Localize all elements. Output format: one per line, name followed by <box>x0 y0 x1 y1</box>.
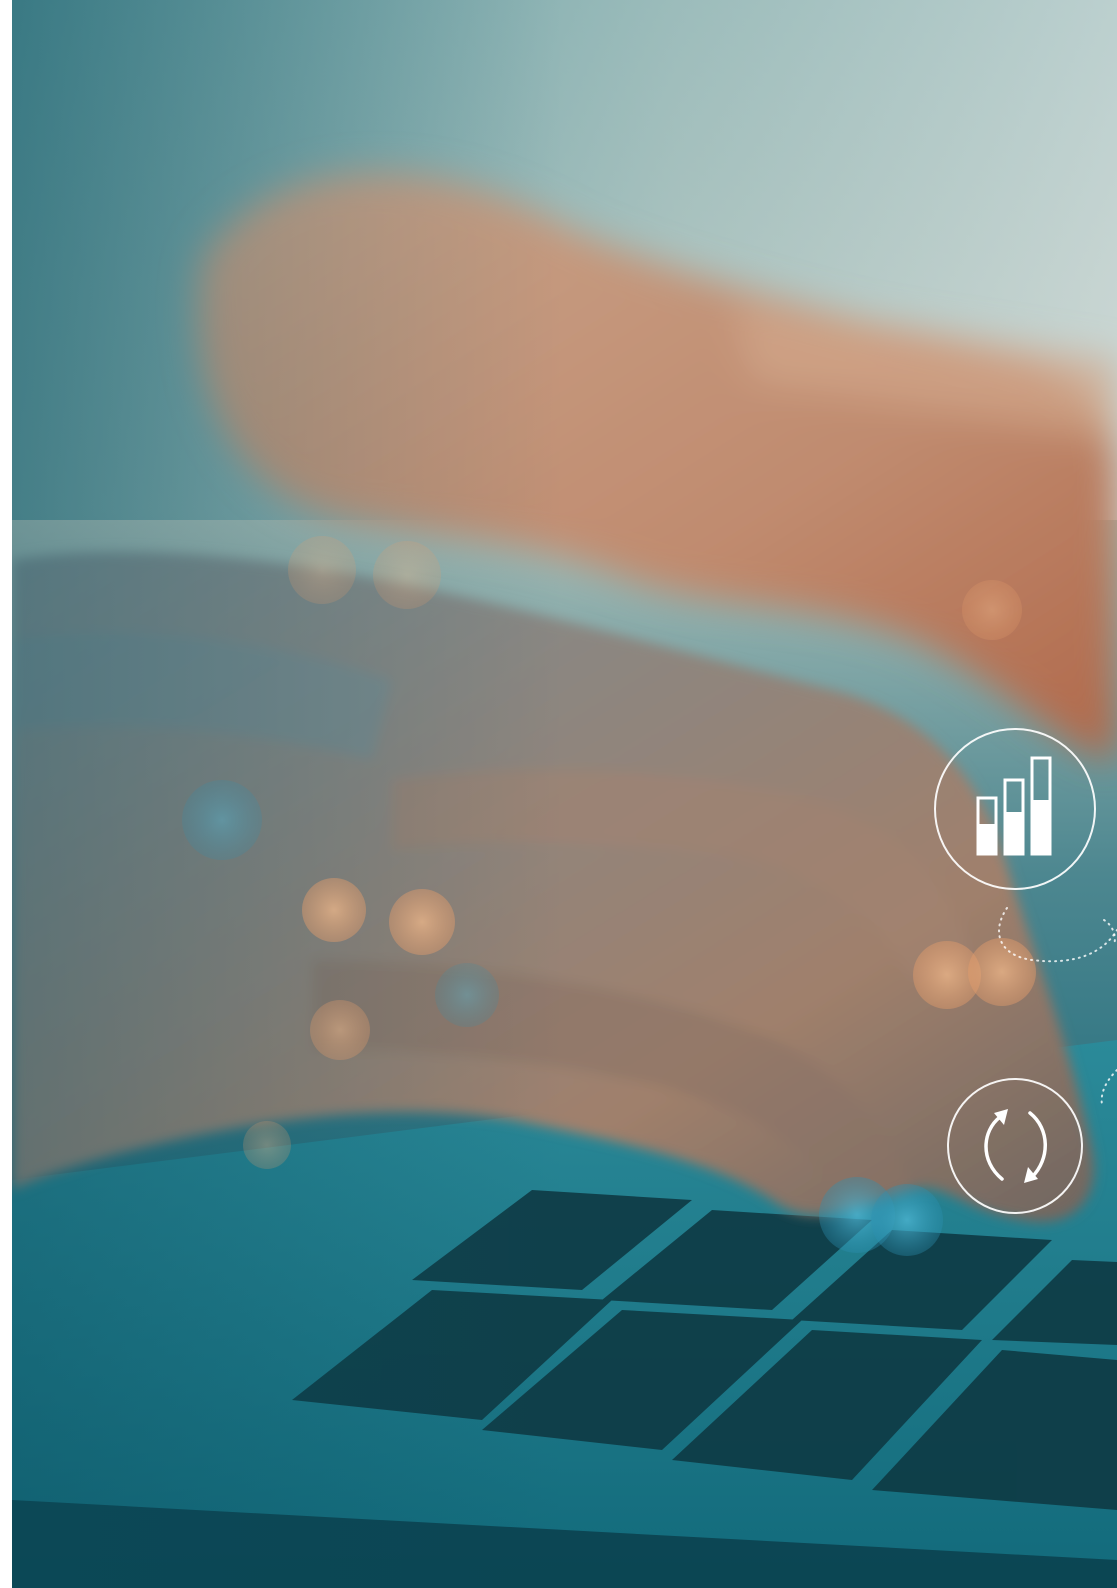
refresh-cycle-icon <box>947 1078 1083 1214</box>
refresh-cycle-glyph <box>984 1109 1047 1183</box>
bar-chart-icon <box>934 728 1096 890</box>
bar-chart-glyph <box>976 756 1052 856</box>
page <box>0 0 1117 1588</box>
